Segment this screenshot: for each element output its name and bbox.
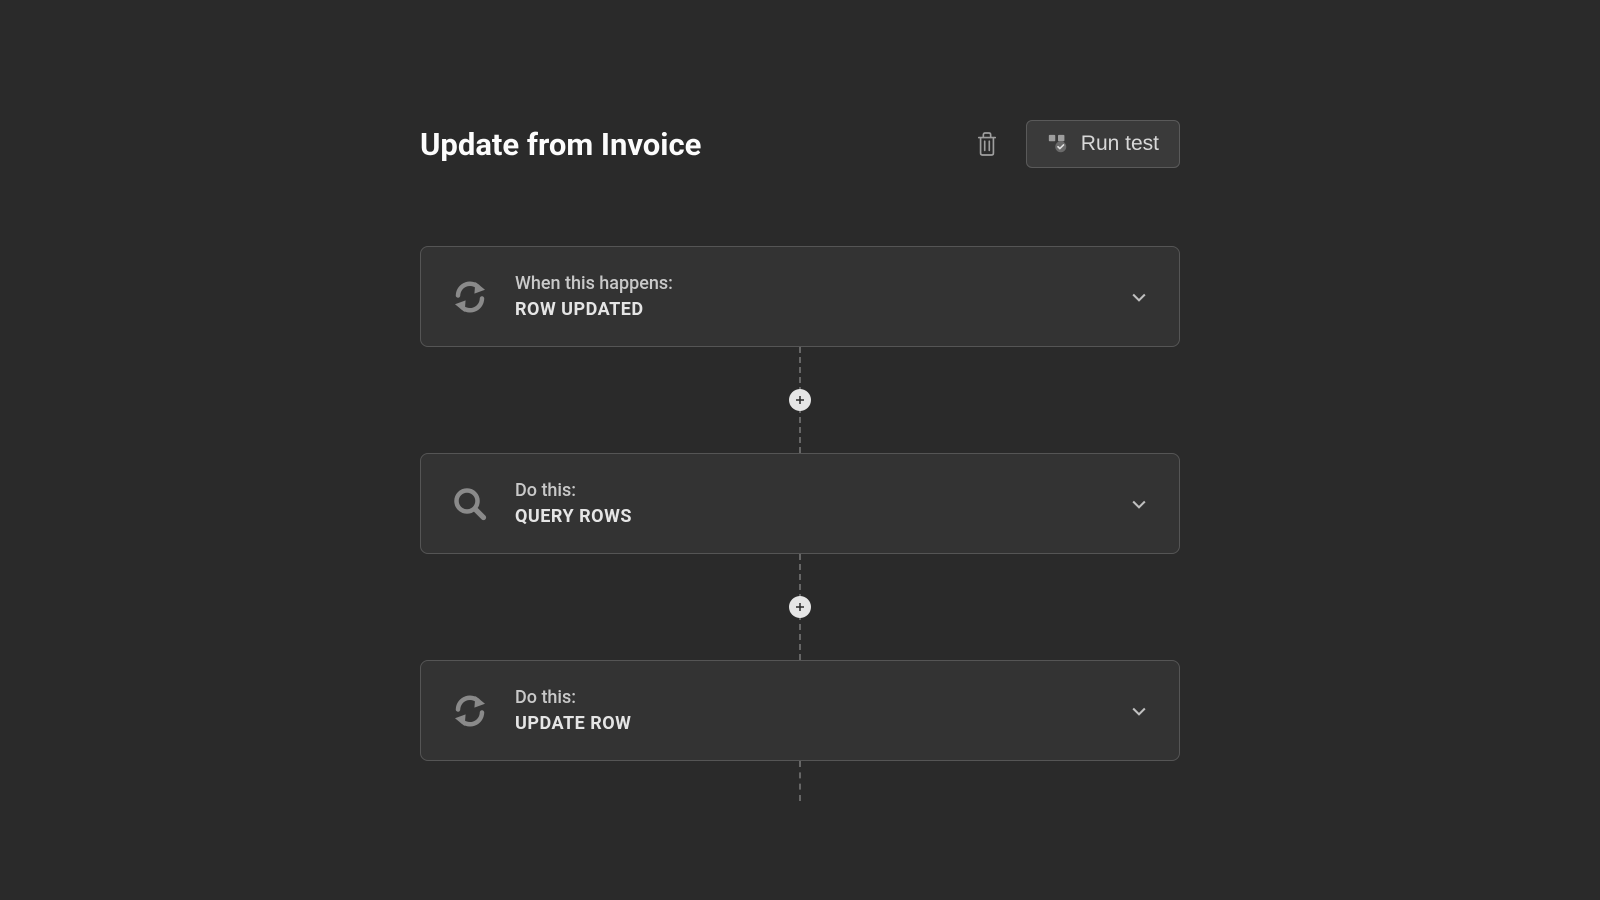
run-test-label: Run test [1081,132,1159,156]
run-test-icon [1047,133,1069,155]
add-step-button[interactable] [789,596,811,618]
add-step-button[interactable] [789,389,811,411]
workflow-header: Update from Invoice Run [420,120,1180,168]
step-card-trigger[interactable]: When this happens: ROW UPDATED [420,246,1180,347]
step-label: Do this: [515,480,1129,501]
run-test-button[interactable]: Run test [1026,120,1180,168]
chevron-down-icon [1129,287,1149,307]
header-actions: Run test [970,120,1180,168]
workflow-steps: When this happens: ROW UPDATED [420,246,1180,801]
refresh-icon [451,692,489,730]
step-action: UPDATE ROW [515,713,1129,734]
chevron-down-icon [1129,701,1149,721]
workflow-title: Update from Invoice [420,126,970,163]
step-text: Do this: QUERY ROWS [515,480,1129,527]
plus-icon [794,601,806,613]
step-action: ROW UPDATED [515,299,1129,320]
step-text: Do this: UPDATE ROW [515,687,1129,734]
trash-icon [976,131,998,157]
search-icon [451,485,489,523]
step-card-action[interactable]: Do this: QUERY ROWS [420,453,1180,554]
step-label: When this happens: [515,273,1129,294]
step-connector-tail [799,761,801,801]
step-text: When this happens: ROW UPDATED [515,273,1129,320]
step-connector [799,347,801,453]
step-connector [799,554,801,660]
refresh-icon [451,278,489,316]
chevron-down-icon [1129,494,1149,514]
step-label: Do this: [515,687,1129,708]
step-card-action[interactable]: Do this: UPDATE ROW [420,660,1180,761]
delete-button[interactable] [970,125,1004,163]
step-action: QUERY ROWS [515,506,1129,527]
plus-icon [794,394,806,406]
connector-line [799,761,801,801]
